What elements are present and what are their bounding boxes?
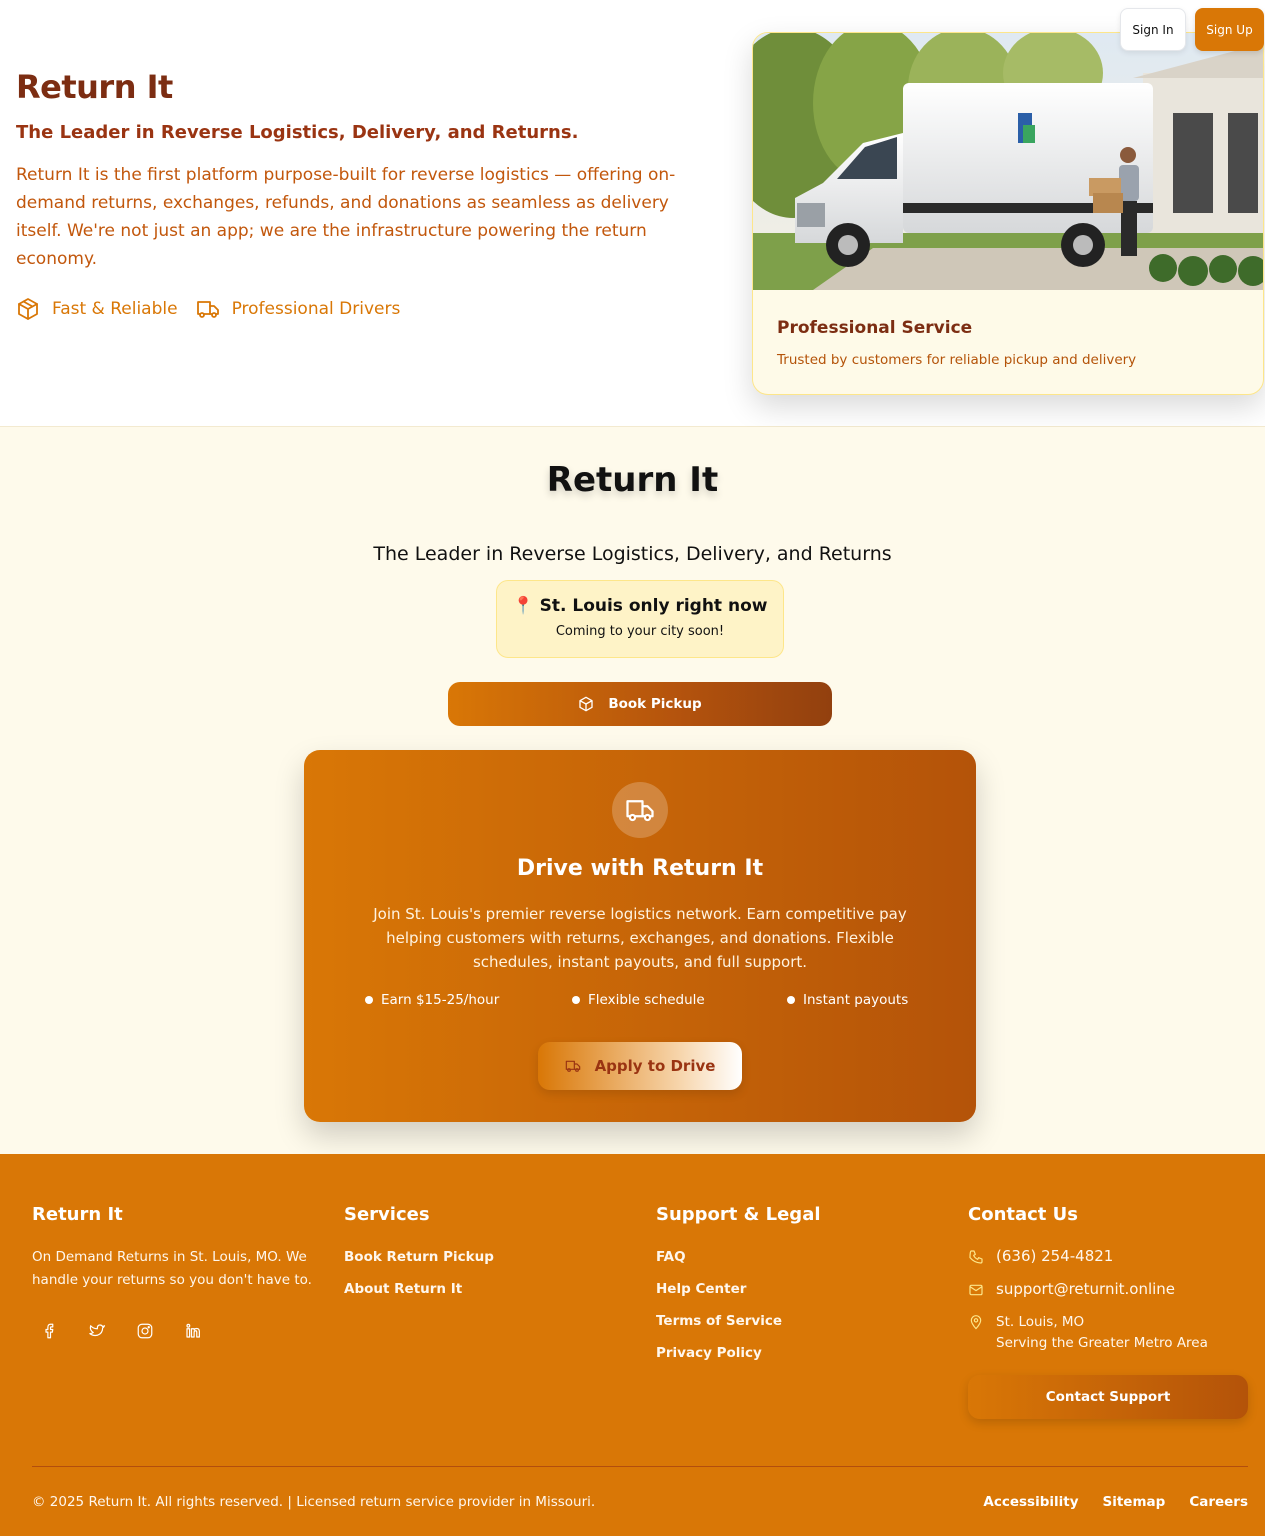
hero-card-subtitle: Trusted by customers for reliable pickup… — [777, 352, 1137, 368]
footer-link-careers[interactable]: Careers — [1189, 1494, 1248, 1510]
hero-tagline: The Leader in Reverse Logistics, Deliver… — [16, 122, 579, 143]
location-text: St. Louis only right now — [539, 596, 768, 616]
hero-card-body: Professional Service Trusted by customer… — [753, 290, 1263, 394]
contact-phone-text: (636) 254-4821 — [996, 1247, 1114, 1265]
contact-area: Serving the Greater Metro Area — [996, 1335, 1208, 1351]
benefit-item: Instant payouts — [787, 992, 908, 1008]
linkedin-icon[interactable] — [184, 1322, 202, 1340]
footer-brand: Return It On Demand Returns in St. Louis… — [32, 1204, 322, 1340]
contact-email[interactable]: support@returnit.online — [968, 1280, 1248, 1298]
hero-features: Fast & Reliable Professional Drivers — [16, 297, 706, 321]
apply-to-drive-button[interactable]: Apply to Drive — [538, 1042, 742, 1090]
auth-buttons: Sign In Sign Up — [1120, 8, 1264, 51]
location-pin-icon: 📍 — [512, 596, 534, 616]
bullet-icon — [365, 996, 373, 1004]
delivery-van-image — [753, 33, 1263, 290]
main-tagline: The Leader in Reverse Logistics, Deliver… — [373, 543, 892, 565]
location-subtext: Coming to your city soon! — [555, 624, 725, 639]
footer-link-about[interactable]: About Return It — [344, 1281, 494, 1297]
footer-bottom-links: Accessibility Sitemap Careers — [983, 1494, 1248, 1510]
map-pin-icon — [970, 1315, 982, 1330]
contact-phone[interactable]: (636) 254-4821 — [968, 1247, 1248, 1265]
truck-icon — [196, 301, 219, 318]
feature-label: Fast & Reliable — [52, 299, 178, 319]
hero-card: Professional Service Trusted by customer… — [752, 32, 1264, 395]
footer-link-privacy[interactable]: Privacy Policy — [656, 1345, 821, 1361]
benefit-label: Flexible schedule — [588, 992, 705, 1008]
benefit-label: Earn $15-25/hour — [381, 992, 500, 1008]
benefit-label: Instant payouts — [803, 992, 909, 1008]
feature-label: Professional Drivers — [231, 299, 401, 319]
book-pickup-label: Book Pickup — [608, 696, 702, 712]
footer-link-faq[interactable]: FAQ — [656, 1249, 821, 1265]
footer-link-accessibility[interactable]: Accessibility — [983, 1494, 1078, 1510]
benefit-item: Flexible schedule — [572, 992, 705, 1008]
footer-link-book-return-pickup[interactable]: Book Return Pickup — [344, 1249, 494, 1265]
hero-description: Return It is the first platform purpose-… — [16, 165, 676, 269]
footer-support: Support & Legal FAQ Help Center Terms of… — [656, 1204, 821, 1361]
footer-link-sitemap[interactable]: Sitemap — [1103, 1494, 1166, 1510]
phone-icon — [969, 1250, 983, 1264]
sign-in-button[interactable]: Sign In — [1120, 8, 1186, 51]
instagram-icon[interactable] — [136, 1322, 154, 1340]
drive-title: Drive with Return It — [516, 856, 764, 881]
hero-text: Return It The Leader in Reverse Logistic… — [16, 68, 706, 321]
apply-to-drive-label: Apply to Drive — [594, 1057, 716, 1075]
benefit-item: Earn $15-25/hour — [365, 992, 499, 1008]
footer-brand-title: Return It — [32, 1204, 123, 1225]
drive-description: Join St. Louis's premier reverse logisti… — [373, 905, 907, 971]
footer-services-title: Services — [344, 1204, 430, 1225]
feature-professional-drivers: Professional Drivers — [196, 297, 401, 321]
contact-support-button[interactable]: Contact Support — [968, 1375, 1248, 1419]
contact-address-lines: St. Louis, MO Serving the Greater Metro … — [996, 1312, 1208, 1354]
twitter-icon[interactable] — [88, 1322, 106, 1340]
footer: Return It On Demand Returns in St. Louis… — [0, 1154, 1265, 1536]
facebook-icon[interactable] — [40, 1322, 58, 1340]
social-links — [32, 1322, 322, 1340]
mail-icon — [969, 1284, 983, 1296]
contact-email-text: support@returnit.online — [996, 1280, 1176, 1298]
footer-copyright: © 2025 Return It. All rights reserved. |… — [32, 1494, 596, 1510]
footer-divider — [32, 1466, 1248, 1467]
bullet-icon — [572, 996, 580, 1004]
footer-link-terms[interactable]: Terms of Service — [656, 1313, 821, 1329]
drive-benefits: Earn $15-25/hour Flexible schedule Insta… — [304, 992, 976, 1012]
book-pickup-button[interactable]: Book Pickup — [448, 682, 832, 726]
location-text-row: 📍 St. Louis only right now — [497, 596, 783, 616]
footer-services: Services Book Return Pickup About Return… — [344, 1204, 494, 1297]
package-icon — [18, 298, 38, 320]
main-section: Return It The Leader in Reverse Logistic… — [0, 427, 1265, 1154]
footer-contact: Contact Us (636) 254-4821 support@return… — [968, 1204, 1248, 1354]
contact-address: St. Louis, MO Serving the Greater Metro … — [968, 1312, 1248, 1354]
bullet-icon — [787, 996, 795, 1004]
footer-support-title: Support & Legal — [656, 1204, 821, 1225]
sign-up-button[interactable]: Sign Up — [1195, 8, 1264, 51]
footer-about: On Demand Returns in St. Louis, MO. We h… — [32, 1249, 312, 1288]
truck-icon — [626, 800, 654, 822]
footer-link-help-center[interactable]: Help Center — [656, 1281, 821, 1297]
drive-icon-circle — [612, 782, 668, 838]
footer-contact-title: Contact Us — [968, 1204, 1079, 1225]
hero-title: Return It — [16, 68, 173, 106]
contact-city: St. Louis, MO — [996, 1314, 1085, 1330]
hero-card-title: Professional Service — [777, 318, 973, 338]
package-icon — [579, 696, 594, 712]
location-notice: 📍 St. Louis only right now Coming to you… — [496, 580, 784, 658]
feature-fast-reliable: Fast & Reliable — [16, 297, 178, 321]
hero-section: Return It The Leader in Reverse Logistic… — [0, 0, 1265, 427]
truck-icon — [565, 1060, 580, 1072]
main-title: Return It — [546, 460, 719, 500]
drive-card: Drive with Return It Join St. Louis's pr… — [304, 750, 976, 1122]
